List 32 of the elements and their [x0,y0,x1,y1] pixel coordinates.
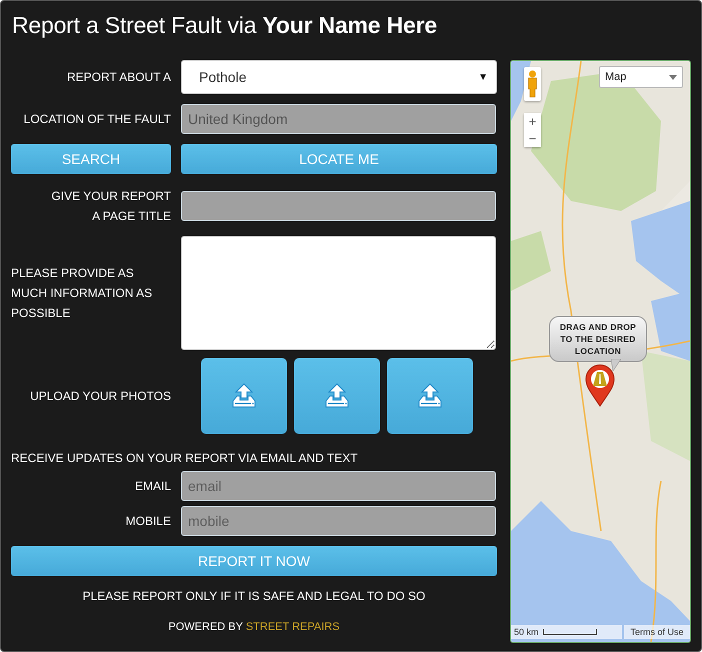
contact-field[interactable]: mobile [181,506,496,536]
dropdown-caret-icon [669,74,677,80]
information-field[interactable] [181,236,496,350]
drag-hint-callout: DRAG AND DROP TO THE DESIRED LOCATION [549,316,647,362]
page-title: Report a Street Fault via Your Name Here [12,12,438,40]
page-title-field[interactable] [181,191,496,221]
fault-type-select[interactable]: Pothole ▼ [181,60,497,94]
field-label: UPLOAD YOUR PHOTOS [29,388,171,405]
field-label: GIVE YOUR REPORT A PAGE TITLE [50,188,171,225]
safety-note: PLEASE REPORT ONLY IF IT IS SAFE AND LEGAL TO DO SO [82,589,426,603]
upload-photo-button[interactable] [294,358,380,434]
field-label: LOCATION OF THE FAULT [22,111,171,128]
contact-field[interactable]: email [181,471,496,501]
road-marker-icon[interactable] [584,363,616,407]
upload-photo-button[interactable] [387,358,473,434]
upload-icon [231,383,257,409]
field-label: PLEASE PROVIDE AS MUCH INFORMATION AS POSSIBLE [11,265,154,322]
map-type-select[interactable]: Map [599,66,683,88]
field-label: MOBILE [124,513,171,530]
field-label: EMAIL [134,478,171,495]
callout-tail-icon [611,359,621,371]
field-label: REPORT ABOUT A [66,69,171,86]
zoom-in-button[interactable]: + [524,113,541,130]
zoom-out-button[interactable]: − [524,130,541,147]
map-scale: 50 km [514,627,539,637]
upload-photo-button[interactable] [201,358,287,434]
upload-icon [417,383,443,409]
updates-heading: RECEIVE UPDATES ON YOUR REPORT VIA EMAIL AND TEXT [11,450,359,467]
map[interactable]: + − Map DRAG AND DROP TO THE DESIRED LOCATION 50 km Terms of Use [510,60,691,643]
upload-icon [324,383,350,409]
brand-link[interactable]: STREET REPAIRS [246,621,340,633]
powered-by-text: POWERED BY [168,621,243,633]
